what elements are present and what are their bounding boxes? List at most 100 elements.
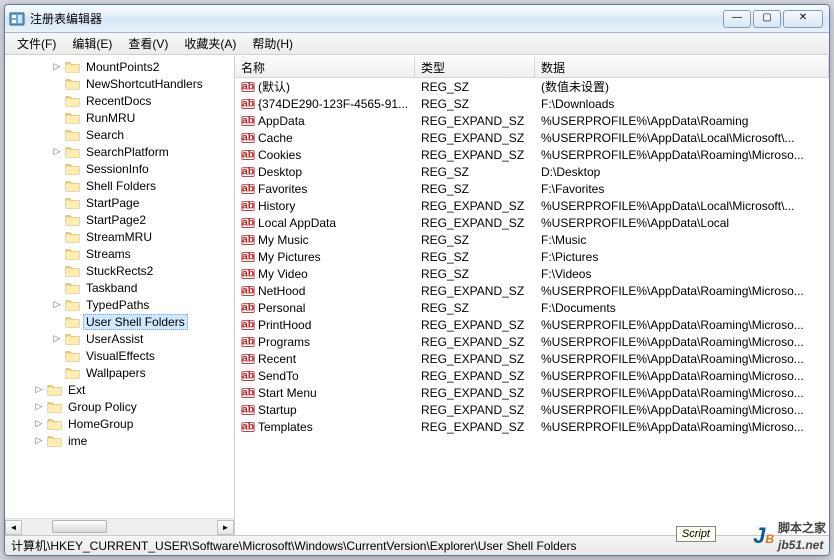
menu-item[interactable]: 帮助(H) <box>244 33 301 54</box>
script-badge: Script <box>676 526 716 542</box>
value-row[interactable]: My MusicREG_SZF:\Music <box>235 231 829 248</box>
value-row[interactable]: RecentREG_EXPAND_SZ%USERPROFILE%\AppData… <box>235 350 829 367</box>
string-value-icon <box>241 199 255 213</box>
value-row[interactable]: ProgramsREG_EXPAND_SZ%USERPROFILE%\AppDa… <box>235 333 829 350</box>
expand-icon[interactable]: ▷ <box>33 384 45 396</box>
value-name: AppData <box>258 114 305 128</box>
column-data[interactable]: 数据 <box>535 56 829 77</box>
tree-node[interactable]: ▷UserAssist <box>5 330 234 347</box>
tree-node[interactable]: Wallpapers <box>5 364 234 381</box>
tree-node[interactable]: Streams <box>5 245 234 262</box>
value-row[interactable]: PersonalREG_SZF:\Documents <box>235 299 829 316</box>
value-row[interactable]: NetHoodREG_EXPAND_SZ%USERPROFILE%\AppDat… <box>235 282 829 299</box>
tree-node[interactable]: StartPage2 <box>5 211 234 228</box>
tree-node[interactable]: ▷HomeGroup <box>5 415 234 432</box>
value-name: My Pictures <box>258 250 321 264</box>
value-type: REG_SZ <box>415 250 535 264</box>
menu-item[interactable]: 编辑(E) <box>64 33 120 54</box>
value-row[interactable]: StartupREG_EXPAND_SZ%USERPROFILE%\AppDat… <box>235 401 829 418</box>
expand-icon[interactable]: ▷ <box>51 61 63 73</box>
tree-node[interactable]: VisualEffects <box>5 347 234 364</box>
string-value-icon <box>241 80 255 94</box>
tree-node[interactable]: SessionInfo <box>5 160 234 177</box>
string-value-icon <box>241 148 255 162</box>
column-name[interactable]: 名称 <box>235 56 415 77</box>
leaf-icon <box>51 282 63 294</box>
value-type: REG_SZ <box>415 97 535 111</box>
value-type: REG_EXPAND_SZ <box>415 352 535 366</box>
tree-node[interactable]: Taskband <box>5 279 234 296</box>
tree-node[interactable]: ▷MountPoints2 <box>5 58 234 75</box>
value-row[interactable]: Start MenuREG_EXPAND_SZ%USERPROFILE%\App… <box>235 384 829 401</box>
column-type[interactable]: 类型 <box>415 56 535 77</box>
tree-node[interactable]: StartPage <box>5 194 234 211</box>
menu-item[interactable]: 查看(V) <box>120 33 176 54</box>
tree-node[interactable]: Shell Folders <box>5 177 234 194</box>
value-row[interactable]: My Pictures REG_SZF:\Pictures <box>235 248 829 265</box>
value-row[interactable]: CookiesREG_EXPAND_SZ%USERPROFILE%\AppDat… <box>235 146 829 163</box>
tree-node[interactable]: ▷Ext <box>5 381 234 398</box>
value-list[interactable]: (默认)REG_SZ(数值未设置){374DE290-123F-4565-91.… <box>235 78 829 535</box>
expand-icon[interactable]: ▷ <box>33 401 45 413</box>
close-button[interactable]: ✕ <box>783 10 823 28</box>
folder-icon <box>65 78 80 90</box>
value-data: F:\Pictures <box>535 250 829 264</box>
scroll-left-button[interactable]: ◄ <box>5 520 22 535</box>
expand-icon[interactable]: ▷ <box>33 418 45 430</box>
menu-item[interactable]: 收藏夹(A) <box>176 33 244 54</box>
string-value-icon <box>241 301 255 315</box>
expand-icon[interactable]: ▷ <box>33 435 45 447</box>
tree-node-label: Taskband <box>83 281 140 295</box>
expand-icon[interactable]: ▷ <box>51 146 63 158</box>
tree-node[interactable]: Search <box>5 126 234 143</box>
tree-node[interactable]: ▷SearchPlatform <box>5 143 234 160</box>
scroll-thumb[interactable] <box>52 520 107 533</box>
maximize-button[interactable]: ▢ <box>753 10 781 28</box>
tree-node[interactable]: RecentDocs <box>5 92 234 109</box>
horizontal-scrollbar[interactable]: ◄ ► <box>5 518 234 535</box>
tree-pane: ▷MountPoints2NewShortcutHandlersRecentDo… <box>5 56 235 535</box>
string-value-icon <box>241 335 255 349</box>
tree-node[interactable]: User Shell Folders <box>5 313 234 330</box>
string-value-icon <box>241 114 255 128</box>
tree-node[interactable]: ▷ TypedPaths <box>5 296 234 313</box>
value-row[interactable]: AppDataREG_EXPAND_SZ%USERPROFILE%\AppDat… <box>235 112 829 129</box>
value-data: %USERPROFILE%\AppData\Local <box>535 216 829 230</box>
folder-icon <box>65 333 80 345</box>
expand-icon[interactable]: ▷ <box>51 299 63 311</box>
value-row[interactable]: DesktopREG_SZD:\Desktop <box>235 163 829 180</box>
tree-node[interactable]: ▷ ime <box>5 432 234 449</box>
value-name: Startup <box>258 403 297 417</box>
value-row[interactable]: PrintHoodREG_EXPAND_SZ%USERPROFILE%\AppD… <box>235 316 829 333</box>
title-bar[interactable]: 注册表编辑器 — ▢ ✕ <box>5 5 829 33</box>
menu-item[interactable]: 文件(F) <box>9 33 64 54</box>
minimize-button[interactable]: — <box>723 10 751 28</box>
tree-node[interactable]: StreamMRU <box>5 228 234 245</box>
value-row[interactable]: (默认)REG_SZ(数值未设置) <box>235 78 829 95</box>
value-name: Cookies <box>258 148 301 162</box>
registry-tree[interactable]: ▷MountPoints2NewShortcutHandlersRecentDo… <box>5 56 234 518</box>
value-row[interactable]: My VideoREG_SZF:\Videos <box>235 265 829 282</box>
value-list-pane: 名称 类型 数据 (默认)REG_SZ(数值未设置){374DE290-123F… <box>235 56 829 535</box>
tree-node-label: ime <box>65 434 90 448</box>
expand-icon[interactable]: ▷ <box>51 333 63 345</box>
tree-node[interactable]: StuckRects2 <box>5 262 234 279</box>
tree-node-label: SessionInfo <box>83 162 152 176</box>
tree-node-label: TypedPaths <box>83 298 152 312</box>
value-row[interactable]: SendToREG_EXPAND_SZ%USERPROFILE%\AppData… <box>235 367 829 384</box>
value-type: REG_EXPAND_SZ <box>415 216 535 230</box>
tree-node[interactable]: RunMRU <box>5 109 234 126</box>
tree-node[interactable]: ▷Group Policy <box>5 398 234 415</box>
value-row[interactable]: Local AppDataREG_EXPAND_SZ%USERPROFILE%\… <box>235 214 829 231</box>
value-row[interactable]: TemplatesREG_EXPAND_SZ%USERPROFILE%\AppD… <box>235 418 829 435</box>
scroll-track[interactable] <box>22 520 217 535</box>
value-row[interactable]: FavoritesREG_SZF:\Favorites <box>235 180 829 197</box>
folder-icon <box>65 282 80 294</box>
value-name: Recent <box>258 352 296 366</box>
value-row[interactable]: HistoryREG_EXPAND_SZ%USERPROFILE%\AppDat… <box>235 197 829 214</box>
scroll-right-button[interactable]: ► <box>217 520 234 535</box>
leaf-icon <box>51 78 63 90</box>
value-row[interactable]: {374DE290-123F-4565-91...REG_SZF:\Downlo… <box>235 95 829 112</box>
tree-node[interactable]: NewShortcutHandlers <box>5 75 234 92</box>
value-row[interactable]: CacheREG_EXPAND_SZ%USERPROFILE%\AppData\… <box>235 129 829 146</box>
